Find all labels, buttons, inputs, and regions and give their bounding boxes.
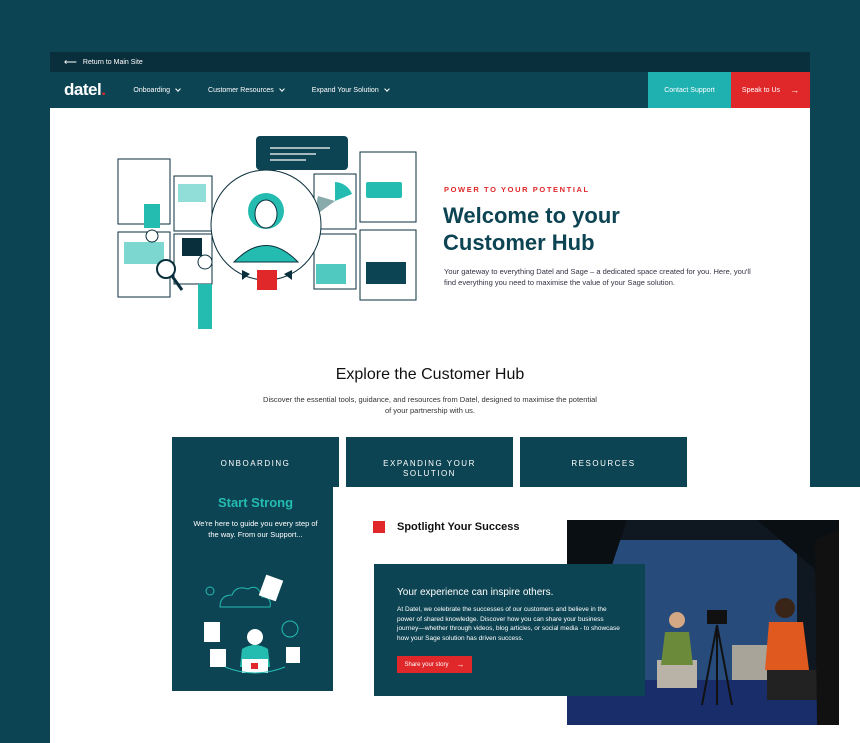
contact-support-button[interactable]: Contact Support: [648, 72, 731, 108]
card-label: EXPANDING YOUR SOLUTION: [383, 459, 476, 478]
onboarding-illustration: [204, 574, 300, 674]
arrow-right-icon: →: [456, 660, 465, 669]
explore-description: Discover the essential tools, guidance, …: [263, 395, 597, 415]
explore-title: Explore the Customer Hub: [335, 366, 525, 383]
red-square-icon: [373, 521, 385, 533]
return-to-main-site-link[interactable]: Return to Main Site: [83, 59, 143, 66]
main-nav: datel. Onboarding Customer Resources Exp…: [50, 72, 810, 108]
card-onboarding[interactable]: ONBOARDING Start Strong We're here to gu…: [172, 437, 339, 691]
arrow-right-icon: →: [790, 85, 800, 95]
chevron-down-icon: [383, 86, 390, 92]
card-label: ONBOARDING: [220, 459, 291, 468]
datel-logo[interactable]: datel.: [64, 80, 106, 100]
chevron-down-icon: [175, 86, 181, 92]
hero-description: Your gateway to everything Datel and Sag…: [444, 267, 751, 287]
spotlight-body: At Datel, we celebrate the successes of …: [397, 606, 620, 642]
card-label: RESOURCES: [571, 459, 636, 468]
hero-eyebrow: POWER TO YOUR POTENTIAL: [444, 185, 590, 194]
chevron-down-icon: [278, 86, 285, 92]
card-text: We're here to guide you every step of th…: [193, 519, 318, 539]
nav-item-expand-your-solution[interactable]: Expand Your Solution: [312, 86, 390, 94]
card-subtitle: Start Strong: [217, 495, 294, 510]
arrow-left-icon[interactable]: ⟵: [64, 57, 77, 68]
top-bar: ⟵ Return to Main Site: [50, 52, 810, 72]
spotlight-title: Spotlight Your Success: [397, 521, 520, 533]
hero-illustration: [117, 136, 417, 329]
speak-to-us-button[interactable]: Speak to Us →: [731, 72, 810, 108]
share-your-story-button[interactable]: Share your story →: [397, 656, 472, 673]
hero-title: Welcome to your Customer Hub: [443, 203, 620, 255]
spotlight-panel: Spotlight Your Success Your experience c…: [333, 487, 860, 743]
spotlight-heading: Your experience can inspire others.: [397, 587, 554, 598]
spotlight-quote-box: Your experience can inspire others. At D…: [374, 564, 645, 696]
nav-item-onboarding[interactable]: Onboarding: [133, 86, 181, 94]
nav-item-customer-resources[interactable]: Customer Resources: [208, 86, 285, 94]
